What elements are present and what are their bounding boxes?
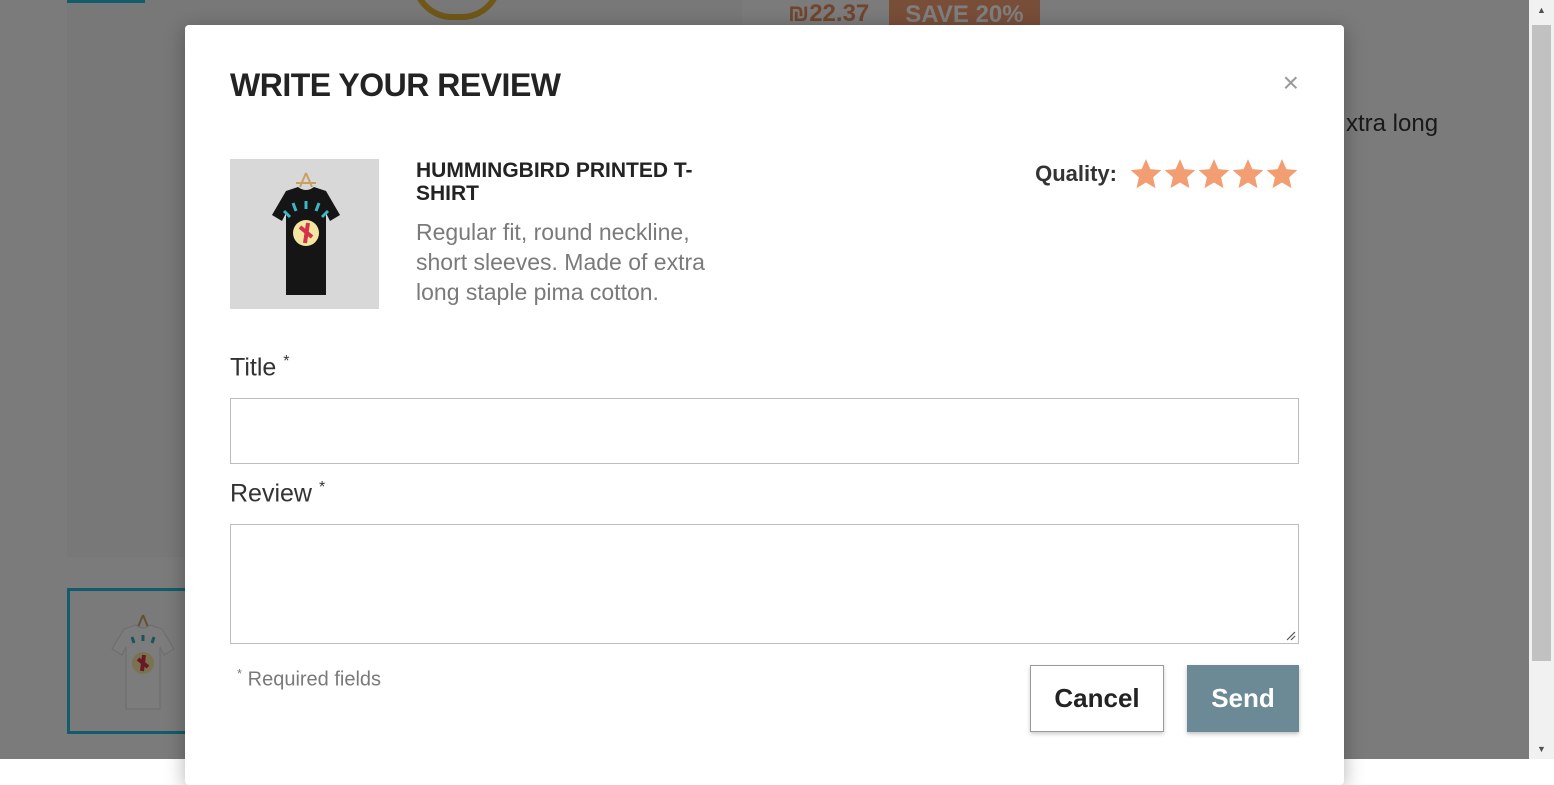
- title-input[interactable]: [230, 398, 1299, 464]
- star-icon[interactable]: [1129, 157, 1163, 191]
- star-icon[interactable]: [1231, 157, 1265, 191]
- review-label: Review *: [230, 479, 326, 508]
- review-modal: WRITE YOUR REVIEW × HUMMINGBIRD PRINTED …: [185, 25, 1344, 785]
- product-image: [230, 159, 379, 309]
- resize-handle-icon[interactable]: [1284, 629, 1296, 641]
- scroll-up-arrow-icon[interactable]: ▲: [1529, 2, 1554, 18]
- quality-rating: Quality:: [1035, 157, 1299, 191]
- cancel-button[interactable]: Cancel: [1030, 665, 1164, 732]
- star-icon[interactable]: [1163, 157, 1197, 191]
- send-button[interactable]: Send: [1187, 665, 1299, 732]
- quality-label: Quality:: [1035, 161, 1117, 186]
- page-scrollbar[interactable]: ▲ ▼: [1529, 0, 1554, 759]
- modal-title: WRITE YOUR REVIEW: [230, 67, 561, 103]
- review-textarea[interactable]: [230, 524, 1299, 644]
- star-icon[interactable]: [1197, 157, 1231, 191]
- product-name: HUMMINGBIRD PRINTED T-SHIRT: [416, 159, 693, 205]
- close-icon[interactable]: ×: [1283, 69, 1299, 97]
- product-description: Regular fit, round neckline, short sleev…: [416, 219, 705, 305]
- star-icon[interactable]: [1265, 157, 1299, 191]
- title-label: Title *: [230, 353, 290, 382]
- scroll-down-arrow-icon[interactable]: ▼: [1529, 741, 1554, 757]
- required-fields-note: * Required fields: [237, 666, 382, 691]
- scrollbar-thumb[interactable]: [1532, 25, 1551, 661]
- black-tshirt-icon: [272, 172, 340, 295]
